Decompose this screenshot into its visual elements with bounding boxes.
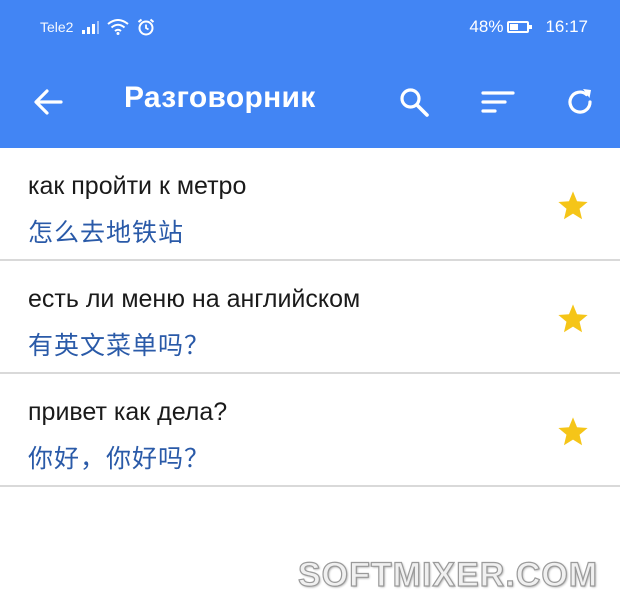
favorite-star-button[interactable] bbox=[554, 414, 592, 450]
carrier-name: Tele2 bbox=[40, 19, 74, 35]
sort-icon bbox=[481, 91, 515, 113]
favorite-star-button[interactable] bbox=[554, 301, 592, 337]
phrase-translation: 怎么去地铁站 bbox=[28, 219, 185, 247]
phrase-list: как пройти к метро 怎么去地铁站 есть ли меню н… bbox=[0, 148, 620, 487]
search-icon bbox=[400, 88, 429, 117]
phrase-translation: 你好，你好吗？ bbox=[28, 445, 211, 473]
phrase-item[interactable]: как пройти к метро 怎么去地铁站 bbox=[0, 148, 620, 261]
status-bar: Tele2 48% 16:17 bbox=[0, 0, 620, 54]
page-title: Разговорник bbox=[124, 81, 316, 114]
wifi-icon bbox=[107, 19, 130, 35]
phrase-translation: 有英文菜单吗？ bbox=[28, 332, 211, 360]
alarm-icon bbox=[137, 18, 155, 36]
favorite-star-button[interactable] bbox=[554, 188, 592, 224]
back-button[interactable] bbox=[28, 84, 68, 120]
status-right: 48% 16:17 bbox=[469, 17, 588, 37]
star-icon bbox=[558, 304, 588, 333]
phrase-source: есть ли меню на английском bbox=[28, 285, 361, 313]
status-time: 16:17 bbox=[545, 17, 588, 36]
phrase-item[interactable]: есть ли меню на английском 有英文菜单吗？ bbox=[0, 261, 620, 374]
phrase-source: как пройти к метро bbox=[28, 172, 247, 200]
battery-percent: 48% bbox=[469, 17, 504, 36]
phrase-source: привет как дела? bbox=[28, 398, 228, 426]
refresh-button[interactable] bbox=[560, 82, 600, 122]
watermark: SOFTMIXER.COM bbox=[297, 555, 599, 594]
star-icon bbox=[558, 191, 588, 220]
status-left: Tele2 bbox=[40, 18, 155, 36]
phrase-item[interactable]: привет как дела? 你好，你好吗？ bbox=[0, 374, 620, 487]
app-toolbar: Разговорник bbox=[0, 54, 620, 148]
signal-icon bbox=[81, 20, 100, 34]
star-icon bbox=[558, 417, 588, 446]
back-arrow-icon bbox=[34, 89, 63, 115]
refresh-icon bbox=[568, 89, 592, 114]
sort-button[interactable] bbox=[478, 82, 518, 122]
battery-icon bbox=[507, 21, 533, 33]
battery-indicator: 48% bbox=[469, 17, 537, 37]
search-button[interactable] bbox=[394, 82, 434, 122]
